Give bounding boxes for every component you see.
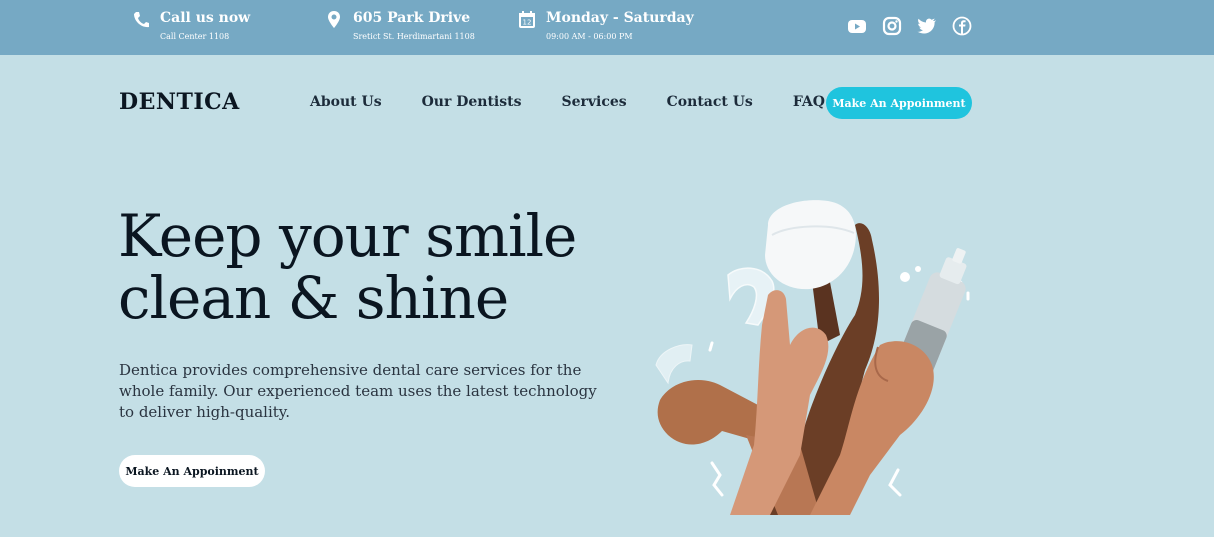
hero-title: Keep your smile clean & shine [118, 202, 577, 332]
hero-description: Dentica provides comprehensive dental ca… [119, 361, 597, 421]
facebook-icon[interactable] [952, 16, 972, 36]
address-title: 605 Park Drive [353, 10, 471, 26]
hours-info: 12 Monday - Saturday 09:00 AM - 06:00 PM [517, 9, 694, 43]
phone-subtitle: Call Center 1108 [160, 32, 230, 41]
nav-item-services[interactable]: Services [561, 94, 626, 110]
phone-info[interactable]: Call us now Call Center 1108 [131, 9, 250, 43]
header-appointment-button[interactable]: Make An Appoinment [826, 87, 972, 119]
calendar-day: 12 [523, 19, 532, 27]
calendar-icon: 12 [517, 10, 537, 30]
instagram-icon[interactable] [882, 16, 902, 36]
top-info-bar: Call us now Call Center 1108 605 Park Dr… [0, 0, 1214, 55]
nav-item-contact-us[interactable]: Contact Us [667, 94, 753, 110]
phone-icon [131, 10, 151, 30]
hours-subtitle: 09:00 AM - 06:00 PM [546, 32, 633, 41]
address-info[interactable]: 605 Park Drive Sretict St. Herdimartani … [324, 9, 475, 43]
site-logo[interactable]: DENTICA [119, 89, 240, 115]
main-nav: About Us Our Dentists Services Contact U… [310, 94, 865, 110]
twitter-icon[interactable] [917, 16, 937, 36]
nav-item-about-us[interactable]: About Us [310, 94, 382, 110]
youtube-icon[interactable] [847, 16, 867, 36]
address-subtitle: Sretict St. Herdimartani 1108 [353, 32, 475, 41]
location-pin-icon [324, 10, 344, 30]
nav-item-our-dentists[interactable]: Our Dentists [422, 94, 522, 110]
hero-title-line-1: Keep your smile [118, 202, 577, 270]
phone-title: Call us now [160, 10, 251, 26]
hero-image [650, 195, 980, 515]
nav-item-faq[interactable]: FAQ [793, 94, 825, 110]
hours-title: Monday - Saturday [546, 10, 694, 26]
hero-title-line-2: clean & shine [118, 264, 509, 332]
social-links [847, 16, 987, 36]
hero-appointment-button[interactable]: Make An Appoinment [119, 455, 265, 487]
